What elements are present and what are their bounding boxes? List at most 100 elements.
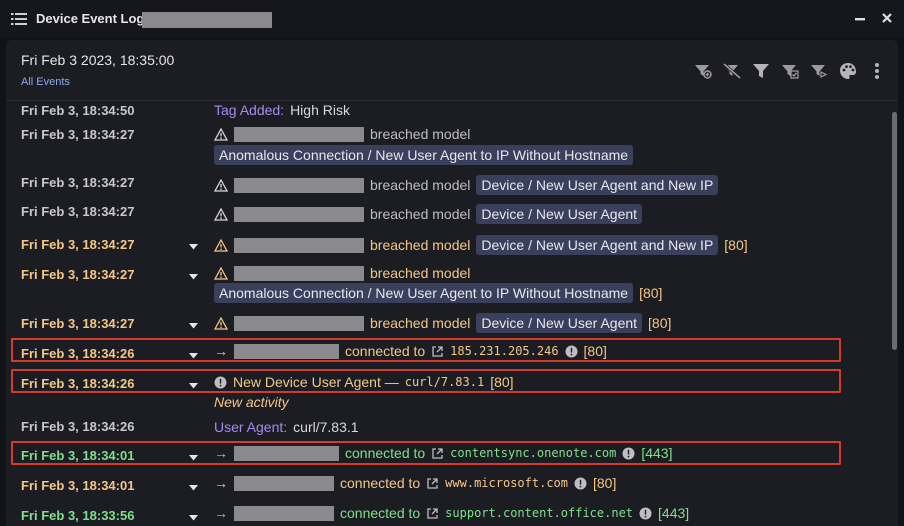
external-link-icon[interactable] <box>431 447 444 460</box>
filter-icon[interactable] <box>746 60 775 82</box>
expand-caret-icon[interactable] <box>189 383 198 389</box>
arrow-right-icon: → <box>214 343 228 359</box>
expand-caret-icon[interactable] <box>189 353 198 359</box>
expand-caret-icon[interactable] <box>189 455 198 461</box>
event-timestamp: Fri Feb 3, 18:34:27 <box>21 316 135 331</box>
info-icon[interactable] <box>622 447 635 460</box>
expand-caret-icon[interactable] <box>189 244 198 250</box>
event-text: connected to <box>340 505 421 521</box>
model-pill[interactable]: Device / New User Agent and New IP <box>476 175 719 195</box>
event-timestamp: Fri Feb 3, 18:34:01 <box>21 448 135 463</box>
event-timestamp: Fri Feb 3, 18:34:50 <box>21 103 135 118</box>
event-timestamp: Fri Feb 3, 18:34:26 <box>21 376 135 391</box>
info-icon[interactable] <box>565 345 578 358</box>
info-icon[interactable] <box>574 477 587 490</box>
close-icon[interactable] <box>880 11 894 25</box>
redacted-device <box>234 265 364 281</box>
redacted-device <box>234 343 339 359</box>
user-agent-label: User Agent: <box>214 419 288 435</box>
destination[interactable]: 185.231.205.246 <box>450 344 558 358</box>
palette-icon[interactable] <box>833 60 862 82</box>
list-icon[interactable] <box>11 11 27 27</box>
all-events-link[interactable]: All Events <box>21 76 70 88</box>
add-filter-icon[interactable] <box>688 60 717 82</box>
event-row[interactable]: Fri Feb 3, 18:34:27 breached model Anoma… <box>6 262 886 308</box>
model-pill[interactable]: Device / New User Agent <box>476 204 643 224</box>
tag-value: High Risk <box>290 102 350 118</box>
model-pill[interactable]: Anomalous Connection / New User Agent to… <box>214 283 634 303</box>
minimize-icon[interactable] <box>853 12 867 26</box>
model-pill[interactable]: Device / New User Agent and New IP <box>476 235 719 255</box>
arrow-right-icon: → <box>214 505 228 521</box>
model-pill[interactable]: Device / New User Agent <box>476 313 643 333</box>
event-row[interactable]: Fri Feb 3, 18:34:26 User Agent: curl/7.8… <box>6 416 886 440</box>
user-agent-value: curl/7.83.1 <box>404 375 485 389</box>
event-row[interactable]: Fri Feb 3, 18:34:27 breached model Devic… <box>6 233 886 261</box>
event-log-panel: Fri Feb 3 2023, 18:35:00 All Events Fri … <box>6 40 898 526</box>
port-label: [80] <box>490 374 514 390</box>
event-text: New Device User Agent — <box>233 374 399 390</box>
event-row[interactable]: Fri Feb 3, 18:34:27 breached model Devic… <box>6 202 886 230</box>
redacted-device <box>234 475 334 491</box>
expand-caret-icon[interactable] <box>189 485 198 491</box>
external-link-icon[interactable] <box>426 477 439 490</box>
event-text: connected to <box>345 343 426 359</box>
destination[interactable]: www.microsoft.com <box>445 476 568 490</box>
event-timestamp: Fri Feb 3, 18:34:27 <box>21 237 135 252</box>
event-row[interactable]: Fri Feb 3, 18:34:01 → connected to conte… <box>6 443 886 467</box>
port-label: [443] <box>658 505 690 521</box>
event-row[interactable]: Fri Feb 3, 18:33:56 → connected to suppo… <box>6 502 886 526</box>
toolbar <box>688 60 891 82</box>
redacted-device <box>234 315 364 331</box>
log-date: Fri Feb 3 2023, 18:35:00 <box>21 52 175 68</box>
scrollbar-thumb[interactable] <box>892 112 897 350</box>
warning-icon <box>214 266 228 280</box>
event-row[interactable]: Fri Feb 3, 18:34:50 Tag Added: High Risk <box>6 100 886 124</box>
redacted-device-name <box>142 12 272 28</box>
event-text: breached model <box>370 177 471 193</box>
port-label: [80] <box>639 285 663 301</box>
destination[interactable]: contentsync.onenote.com <box>450 446 616 460</box>
event-row[interactable]: Fri Feb 3, 18:34:26 New Device User Agen… <box>6 371 886 413</box>
model-pill[interactable]: Anomalous Connection / New User Agent to… <box>214 145 634 165</box>
expand-caret-icon[interactable] <box>189 515 198 521</box>
filter-toggle-icon[interactable] <box>804 60 833 82</box>
tag-label: Tag Added: <box>214 102 285 118</box>
warning-icon <box>214 178 228 192</box>
more-vertical-icon[interactable] <box>862 60 891 82</box>
event-text: connected to <box>340 475 421 491</box>
arrow-right-icon: → <box>214 475 228 491</box>
warning-icon <box>214 238 228 252</box>
expand-caret-icon[interactable] <box>189 323 198 329</box>
event-timestamp: Fri Feb 3, 18:34:26 <box>21 346 135 361</box>
event-row[interactable]: Fri Feb 3, 18:34:01 → connected to www.m… <box>6 472 886 500</box>
event-timestamp: Fri Feb 3, 18:34:27 <box>21 127 135 142</box>
filter-options-icon[interactable] <box>775 60 804 82</box>
info-icon[interactable] <box>214 376 227 389</box>
expand-caret-icon[interactable] <box>189 274 198 280</box>
user-agent-value: curl/7.83.1 <box>293 419 359 435</box>
event-text: breached model <box>370 265 471 281</box>
info-icon[interactable] <box>639 507 652 520</box>
event-row[interactable]: Fri Feb 3, 18:34:27 breached model Anoma… <box>6 124 886 170</box>
warning-icon <box>214 316 228 330</box>
arrow-right-icon: → <box>214 445 228 461</box>
event-text: breached model <box>370 206 471 222</box>
warning-icon <box>214 207 228 221</box>
destination[interactable]: support.content.office.net <box>445 506 633 520</box>
external-link-icon[interactable] <box>426 507 439 520</box>
external-link-icon[interactable] <box>431 345 444 358</box>
redacted-device <box>234 206 364 222</box>
event-text: connected to <box>345 445 426 461</box>
event-timestamp: Fri Feb 3, 18:33:56 <box>21 508 135 523</box>
event-timestamp: Fri Feb 3, 18:34:26 <box>21 419 135 434</box>
port-label: [80] <box>593 475 617 491</box>
event-row[interactable]: Fri Feb 3, 18:34:27 breached model Devic… <box>6 173 886 201</box>
event-timestamp: Fri Feb 3, 18:34:27 <box>21 267 135 282</box>
port-label: [80] <box>724 237 748 253</box>
event-text: breached model <box>370 315 471 331</box>
event-row[interactable]: Fri Feb 3, 18:34:26 → connected to 185.2… <box>6 340 886 364</box>
redacted-device <box>234 237 364 253</box>
clear-filter-icon[interactable] <box>717 60 746 82</box>
event-row[interactable]: Fri Feb 3, 18:34:27 breached model Devic… <box>6 311 886 339</box>
